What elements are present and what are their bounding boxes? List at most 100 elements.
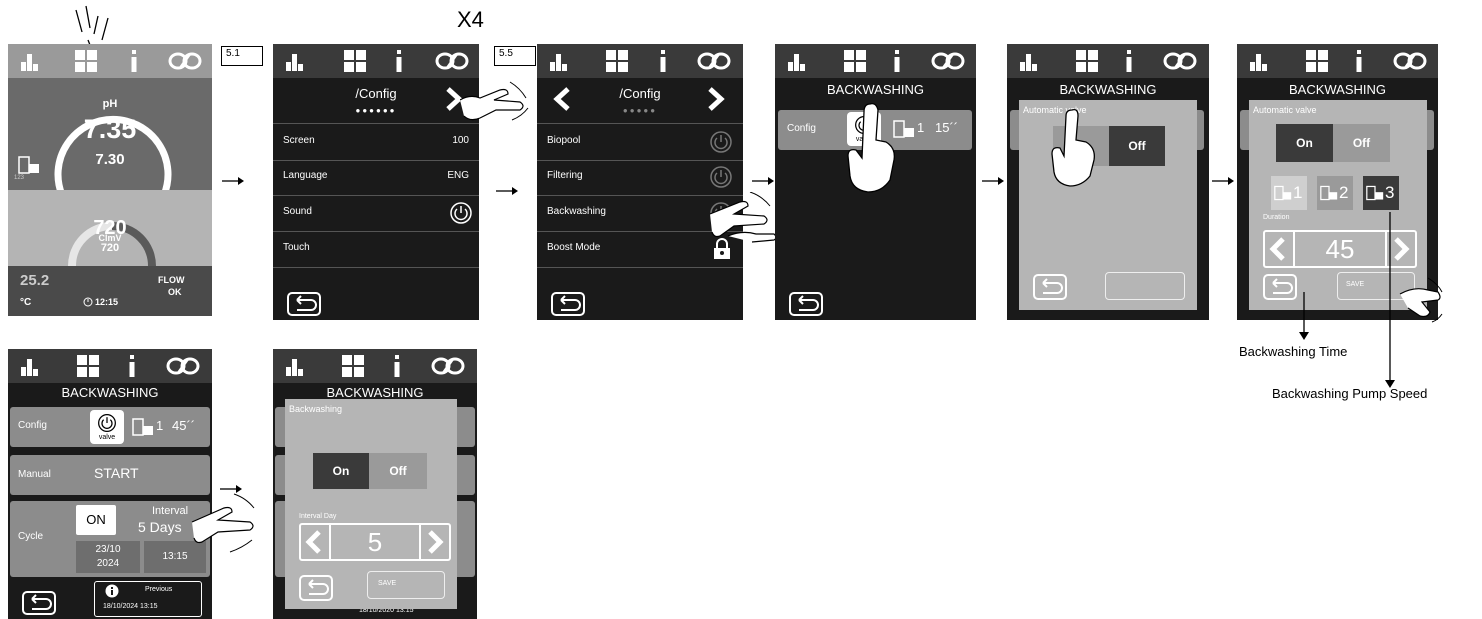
toggle-on[interactable]: On	[313, 453, 369, 489]
chart-icon[interactable]	[1019, 51, 1039, 71]
link-icon[interactable]	[931, 52, 965, 70]
info-icon[interactable]	[129, 50, 139, 72]
toggle-off[interactable]: Off	[1333, 124, 1390, 162]
grid-icon[interactable]	[74, 49, 98, 73]
decrease-icon[interactable]	[305, 530, 323, 554]
cycle-state-button[interactable]: ON	[76, 505, 116, 535]
list-item[interactable]: Filtering	[537, 159, 743, 196]
hand-pointer-icon	[1399, 277, 1443, 323]
header-label: X4	[457, 7, 484, 32]
info-icon[interactable]	[1354, 50, 1364, 72]
interval-popup-screen: BACKWASHING 18/10/2020 13:15 Backwashing…	[273, 349, 477, 619]
info-icon[interactable]	[127, 355, 137, 377]
list-item[interactable]: Biopool	[537, 123, 743, 161]
chart-icon[interactable]	[285, 51, 305, 71]
back-arrow-icon	[31, 594, 52, 610]
clmv-setpoint: 720	[100, 242, 120, 254]
screen-title: BACKWASHING	[1059, 82, 1157, 97]
grid-icon[interactable]	[341, 354, 365, 378]
chart-icon[interactable]	[20, 51, 40, 71]
chart-icon[interactable]	[1249, 51, 1269, 71]
toggle-off[interactable]: Off	[1109, 126, 1165, 166]
config-row[interactable]: Config valve 1 45´´	[10, 407, 210, 447]
grid-icon[interactable]	[605, 49, 629, 73]
pump-icon	[1366, 185, 1384, 201]
power-icon[interactable]	[449, 201, 473, 225]
toggle-on[interactable]: On	[1276, 124, 1333, 162]
top-bar	[273, 44, 479, 78]
increase-icon[interactable]	[426, 530, 444, 554]
speed-1-button[interactable]: 1	[1271, 176, 1307, 210]
previous-label: Previous	[145, 586, 173, 593]
power-icon	[98, 414, 116, 432]
duration-label: Duration	[1263, 214, 1290, 221]
save-button[interactable]: SAVE	[367, 571, 445, 599]
back-arrow-icon	[296, 295, 317, 311]
interval-popup: Backwashing On Off Interval Day 5 SAVE	[285, 399, 457, 609]
speed-2-button[interactable]: 2	[1317, 176, 1353, 210]
back-button[interactable]	[789, 292, 823, 316]
start-button[interactable]: START	[94, 465, 139, 481]
link-icon[interactable]	[435, 52, 469, 70]
previous-box: Previous 18/10/2024 13:15	[94, 581, 202, 617]
date-button[interactable]: 23/10 2024	[76, 541, 140, 573]
speed-3-button[interactable]: 3	[1363, 176, 1399, 210]
info-icon[interactable]	[892, 50, 902, 72]
ph-label: pH	[102, 98, 118, 110]
info-icon[interactable]	[392, 355, 402, 377]
row-label: Sound	[283, 206, 312, 217]
toggle-off[interactable]: Off	[369, 453, 427, 489]
cycle-row[interactable]: Cycle ON Interval 5 Days 23/10 2024 13:1…	[10, 501, 210, 577]
row-value: 100	[452, 135, 469, 146]
back-button[interactable]	[1033, 274, 1067, 300]
next-icon[interactable]	[707, 86, 725, 112]
step-label: 5.5	[494, 46, 536, 66]
grid-icon[interactable]	[1305, 49, 1329, 73]
link-icon[interactable]	[1163, 52, 1197, 70]
list-item[interactable]: Screen 100	[273, 123, 479, 161]
power-icon[interactable]	[709, 165, 733, 189]
link-icon[interactable]	[697, 52, 731, 70]
power-icon[interactable]	[709, 130, 733, 154]
info-icon[interactable]	[1124, 50, 1134, 72]
list-item[interactable]: Language ENG	[273, 159, 479, 196]
chart-icon[interactable]	[285, 356, 305, 376]
chart-icon[interactable]	[787, 51, 807, 71]
back-button[interactable]	[551, 292, 585, 316]
manual-row[interactable]: Manual START	[10, 455, 210, 495]
link-icon[interactable]	[168, 52, 202, 70]
link-icon[interactable]	[166, 357, 200, 375]
screen-title: BACKWASHING	[326, 385, 424, 400]
back-button[interactable]	[22, 591, 56, 615]
grid-icon[interactable]	[843, 49, 867, 73]
back-button[interactable]	[299, 575, 333, 601]
valve-button[interactable]: valve	[90, 410, 124, 444]
top-bar	[8, 44, 212, 78]
list-item[interactable]: Touch	[273, 231, 479, 268]
back-arrow-icon	[308, 579, 329, 595]
chart-icon[interactable]	[20, 356, 40, 376]
valve-popup-screen: BACKWASHING Automatic valve O Off	[1007, 44, 1209, 320]
decrease-icon[interactable]	[1269, 237, 1287, 261]
info-icon[interactable]	[658, 50, 668, 72]
back-button[interactable]	[287, 292, 321, 316]
clock-time: 12:15	[95, 297, 119, 307]
clock-icon	[83, 297, 93, 307]
back-arrow-icon	[560, 295, 581, 311]
chart-icon[interactable]	[549, 51, 569, 71]
grid-icon[interactable]	[1075, 49, 1099, 73]
save-button[interactable]	[1105, 272, 1185, 300]
pump-speed: 1	[917, 120, 925, 135]
info-icon[interactable]	[394, 50, 404, 72]
grid-icon[interactable]	[76, 354, 100, 378]
link-icon[interactable]	[1393, 52, 1427, 70]
interval-stepper[interactable]: 5	[299, 523, 451, 561]
config-label: Config	[18, 420, 47, 431]
back-button[interactable]	[1263, 274, 1297, 300]
grid-icon[interactable]	[343, 49, 367, 73]
backwashing-time-label: Backwashing Time	[1239, 344, 1348, 359]
hand-pointer-icon	[460, 81, 529, 121]
list-item[interactable]: Sound	[273, 195, 479, 232]
link-icon[interactable]	[431, 357, 465, 375]
previous-value: 18/10/2024 13:15	[103, 603, 158, 610]
